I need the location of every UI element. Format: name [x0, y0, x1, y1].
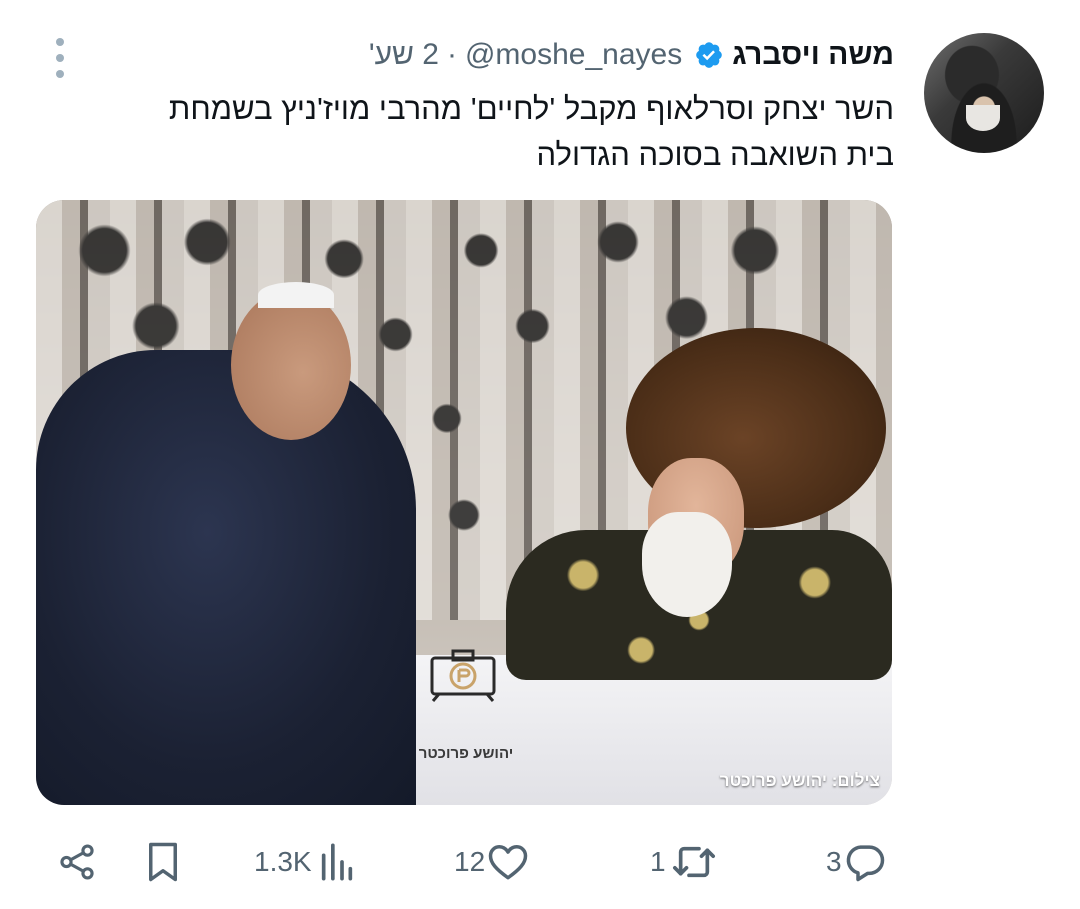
author-handle[interactable]: @moshe_nayes	[465, 38, 682, 72]
tweet-action-bar: 1.3K 12 1 3	[0, 832, 1080, 892]
views-chart-icon	[320, 842, 354, 882]
photo-man-suit	[36, 350, 416, 805]
tweet-text-line: בית השואבה בסוכה הגדולה	[536, 137, 895, 172]
menu-dot	[56, 54, 64, 62]
reply-button[interactable]: 3	[826, 832, 886, 892]
menu-dot	[56, 70, 64, 78]
bookmark-button[interactable]	[144, 832, 182, 892]
photo-credit: צילום: יהושע פרוכטר	[719, 771, 880, 790]
reposts-count: 1	[650, 846, 666, 877]
like-button[interactable]: 12	[454, 832, 529, 892]
tweet-text: השר יצחק וסרלאוף מקבל 'לחיים' מהרבי מויז…	[44, 86, 894, 178]
reply-icon	[844, 842, 886, 882]
menu-dot	[56, 38, 64, 46]
tweet-header: משה ויסברג @moshe_nayes · 2 שע'	[369, 35, 894, 75]
watermark-credit: יהושע פרוכטר	[418, 745, 514, 762]
author-display-name[interactable]: משה ויסברג	[732, 38, 894, 72]
camera-watermark-icon	[429, 648, 497, 702]
photo-kippah	[258, 282, 334, 308]
photo-man-head	[231, 290, 351, 440]
replies-count: 3	[826, 846, 842, 877]
author-avatar[interactable]	[924, 33, 1044, 153]
heart-icon	[487, 842, 529, 882]
photo-rebbe-beard	[642, 512, 732, 617]
verified-badge-icon	[694, 40, 724, 70]
repost-icon	[670, 842, 718, 882]
repost-button[interactable]: 1	[650, 832, 718, 892]
tweet-photo[interactable]: יהושע פרוכטר צילום: יהושע פרוכטר	[36, 200, 892, 805]
meta-separator: ·	[446, 38, 457, 71]
tweet-timestamp[interactable]: 2 שע'	[369, 38, 439, 72]
share-icon	[56, 841, 98, 883]
views-count: 1.3K	[254, 846, 312, 877]
tweet-text-line: השר יצחק וסרלאוף מקבל 'לחיים' מהרבי מויז…	[168, 91, 894, 126]
likes-count: 12	[454, 846, 486, 877]
share-button[interactable]	[56, 832, 98, 892]
more-vertical-icon[interactable]	[54, 38, 66, 78]
bookmark-icon	[144, 841, 182, 883]
avatar-detail	[966, 105, 1000, 131]
views-button[interactable]: 1.3K	[254, 832, 354, 892]
